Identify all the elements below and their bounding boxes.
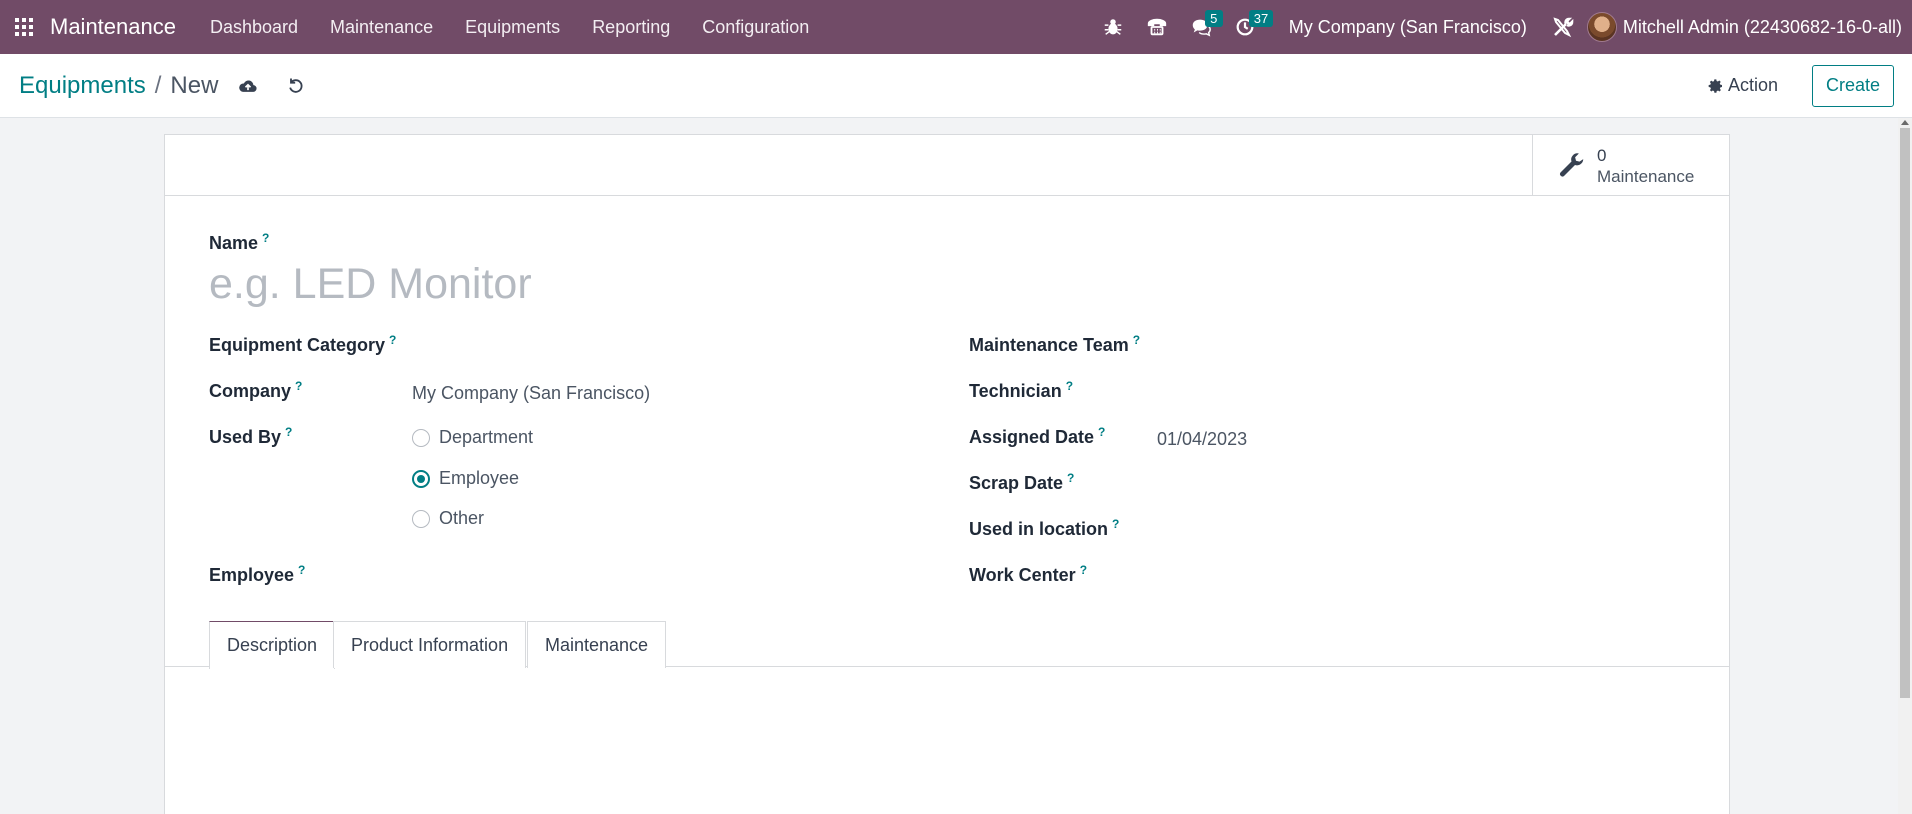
user-menu[interactable]: Mitchell Admin (22430682-16-0-all)	[1586, 12, 1912, 42]
action-menu-button[interactable]: Action	[1708, 75, 1778, 96]
equipment-category-help-icon[interactable]: ?	[389, 333, 396, 347]
maintenance-stat-button[interactable]: 0 Maintenance	[1532, 135, 1729, 196]
maintenance-count: 0	[1597, 145, 1607, 165]
name-label: Name?	[209, 231, 269, 254]
scroll-thumb[interactable]	[1900, 128, 1910, 698]
menu-reporting[interactable]: Reporting	[576, 0, 686, 54]
used-by-employee-radio[interactable]: Employee	[412, 468, 519, 489]
maintenance-stat-label: Maintenance	[1597, 166, 1695, 186]
radio-dot	[412, 509, 430, 528]
employee-label: Employee?	[209, 563, 305, 586]
company-help-icon[interactable]: ?	[295, 379, 302, 393]
work-center-help-icon[interactable]: ?	[1080, 563, 1087, 577]
breadcrumb-separator: /	[154, 71, 162, 99]
discard-undo-icon[interactable]	[278, 68, 314, 104]
assigned-date-label-text: Assigned Date	[969, 427, 1095, 447]
gear-icon	[1708, 78, 1722, 93]
radio-label-other: Other	[439, 508, 485, 528]
tools-icon[interactable]	[1543, 0, 1583, 54]
tab-description[interactable]: Description	[209, 621, 336, 669]
company-field[interactable]: My Company (San Francisco)	[412, 383, 650, 404]
bug-icon[interactable]	[1091, 0, 1135, 54]
radio-label-employee: Employee	[439, 468, 520, 488]
work-center-label: Work Center?	[969, 563, 1087, 586]
radio-dot-checked	[412, 469, 430, 488]
scroll-up-arrow-icon[interactable]	[1901, 120, 1909, 125]
activities-badge: 37	[1248, 10, 1274, 27]
equipment-category-label: Equipment Category?	[209, 333, 396, 356]
equipment-category-label-text: Equipment Category	[209, 335, 386, 355]
name-input[interactable]	[209, 260, 1679, 309]
app-name[interactable]: Maintenance	[50, 14, 176, 40]
scrap-date-label: Scrap Date?	[969, 471, 1074, 494]
tab-product-information[interactable]: Product Information	[333, 621, 527, 668]
used-by-department-radio[interactable]: Department	[412, 427, 533, 448]
work-center-label-text: Work Center	[969, 565, 1076, 585]
employee-label-text: Employee	[209, 565, 295, 585]
button-box: 0 Maintenance	[165, 135, 1729, 196]
control-panel: Equipments / New Action Create	[0, 54, 1912, 118]
radio-label-department: Department	[439, 427, 534, 447]
breadcrumb: Equipments / New	[19, 72, 218, 100]
scrap-date-help-icon[interactable]: ?	[1067, 471, 1074, 485]
menu-equipments[interactable]: Equipments	[449, 0, 576, 54]
employee-help-icon[interactable]: ?	[298, 563, 305, 577]
used-in-location-help-icon[interactable]: ?	[1112, 517, 1119, 531]
name-label-text: Name	[209, 233, 259, 253]
app-grid-icon[interactable]	[2, 0, 46, 54]
assigned-date-field[interactable]: 01/04/2023	[1157, 429, 1247, 450]
avatar	[1586, 12, 1617, 42]
navbar-systray: 5 37 My Company (San Francisco) Mitchell…	[1091, 0, 1912, 54]
radio-dot	[412, 428, 430, 447]
assigned-date-help-icon[interactable]: ?	[1098, 425, 1105, 439]
maintenance-team-label-text: Maintenance Team	[969, 335, 1129, 355]
scrap-date-label-text: Scrap Date	[969, 473, 1064, 493]
technician-label-text: Technician	[969, 381, 1062, 401]
company-label-text: Company	[209, 381, 292, 401]
form-sheet: 0 Maintenance Name? Equipment Category? …	[164, 134, 1730, 814]
create-button[interactable]: Create	[1811, 64, 1894, 107]
notebook-tabs: Description Product Information Maintena…	[165, 621, 1729, 669]
technician-help-icon[interactable]: ?	[1066, 379, 1073, 393]
action-label: Action	[1727, 75, 1778, 95]
activity-clock-icon[interactable]: 37	[1223, 0, 1274, 54]
used-by-label: Used By?	[209, 425, 292, 448]
company-switcher[interactable]: My Company (San Francisco)	[1267, 17, 1543, 38]
used-by-help-icon[interactable]: ?	[285, 425, 292, 439]
used-by-other-radio[interactable]: Other	[412, 508, 484, 529]
menu-configuration[interactable]: Configuration	[686, 0, 825, 54]
save-cloud-icon[interactable]	[230, 68, 266, 104]
messages-badge: 5	[1204, 10, 1223, 27]
technician-label: Technician?	[969, 379, 1073, 402]
page-scrollbar[interactable]	[1898, 118, 1912, 814]
breadcrumb-current: New	[170, 71, 219, 99]
maintenance-team-help-icon[interactable]: ?	[1133, 333, 1140, 347]
name-help-icon[interactable]: ?	[262, 231, 269, 245]
wrench-icon	[1560, 152, 1584, 176]
used-in-location-label-text: Used in location	[969, 519, 1109, 539]
used-by-label-text: Used By	[209, 427, 282, 447]
messages-icon[interactable]: 5	[1179, 0, 1223, 54]
phone-icon[interactable]	[1135, 0, 1179, 54]
used-in-location-label: Used in location?	[969, 517, 1119, 540]
maintenance-team-label: Maintenance Team?	[969, 333, 1140, 356]
menu-dashboard[interactable]: Dashboard	[194, 0, 314, 54]
user-name: Mitchell Admin (22430682-16-0-all)	[1622, 16, 1902, 37]
company-label: Company?	[209, 379, 302, 402]
assigned-date-label: Assigned Date?	[969, 425, 1105, 448]
menu-maintenance[interactable]: Maintenance	[314, 0, 449, 54]
top-navbar: Maintenance Dashboard Maintenance Equipm…	[0, 0, 1912, 54]
tab-maintenance[interactable]: Maintenance	[527, 621, 667, 668]
breadcrumb-equipments[interactable]: Equipments	[19, 72, 146, 100]
